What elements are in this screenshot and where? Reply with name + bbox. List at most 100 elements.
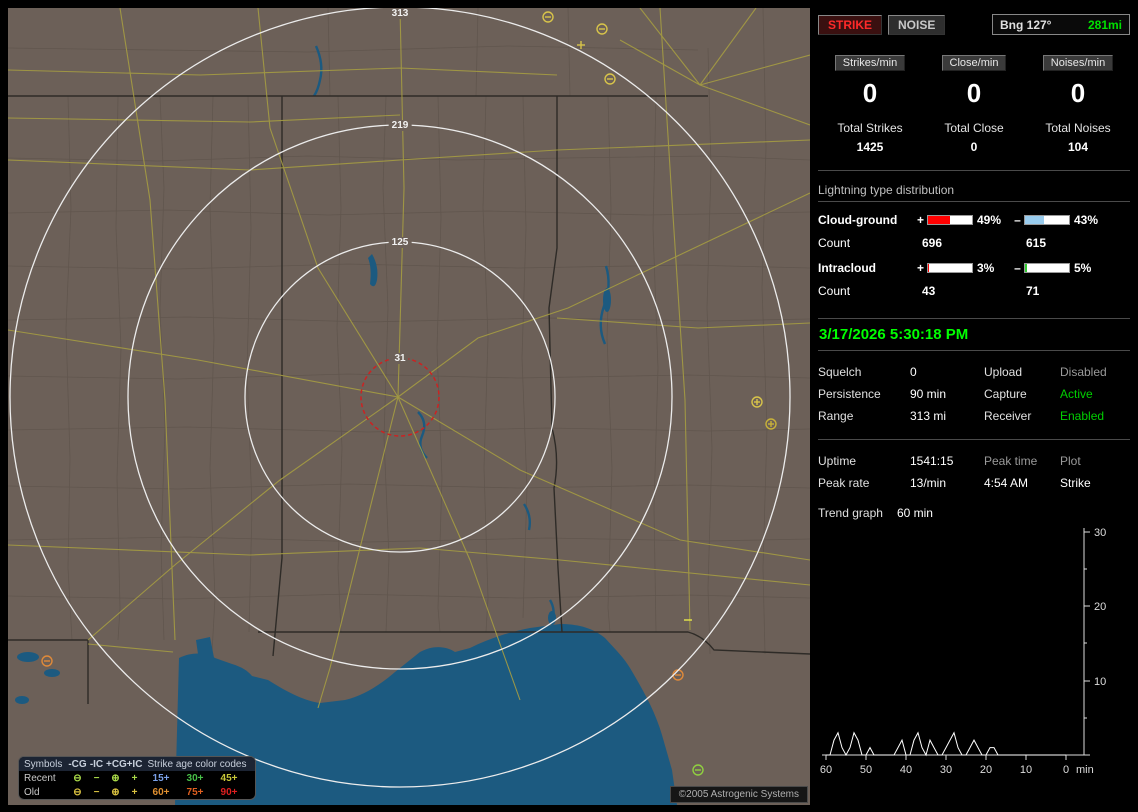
close-per-min-col: Close/min 0 Total Close 0: [922, 55, 1026, 154]
upload-label: Upload: [984, 365, 1023, 379]
total-noises-value: 104: [1067, 140, 1089, 154]
total-strikes-label: Total Strikes: [837, 121, 903, 135]
pos-cg-icon: ⊕: [111, 772, 120, 784]
x-tick: 20: [980, 764, 992, 776]
pos-cg-icon: ⊕: [111, 786, 120, 798]
neg-cg-icon: ⊖: [73, 786, 82, 798]
neg-cg-icon: ⊖: [73, 772, 82, 784]
cg-plus-bar: [927, 215, 973, 225]
cg-plus-pct: 49%: [977, 213, 1002, 227]
capture-label: Capture: [984, 387, 1027, 401]
age-code: 60+: [152, 786, 170, 798]
receiver-label: Receiver: [984, 409, 1032, 423]
plot-label: Plot: [1060, 454, 1081, 468]
ic-minus-pct: 5%: [1074, 261, 1092, 275]
range-label: Range: [818, 409, 854, 423]
minus-sign: –: [1014, 261, 1021, 275]
range-ring-label: 31: [391, 353, 409, 364]
x-tick: 10: [1020, 764, 1032, 776]
noises-per-min-col: Noises/min 0 Total Noises 104: [1026, 55, 1130, 154]
total-noises-label: Total Noises: [1045, 121, 1111, 135]
peak-time-label: Peak time: [984, 454, 1038, 468]
minus-sign: –: [1014, 213, 1021, 227]
cg-minus-bar: [1024, 215, 1070, 225]
persistence-value: 90 min: [910, 387, 947, 401]
neg-ic-icon: −: [93, 772, 100, 784]
range-ring-label: 219: [388, 120, 412, 131]
ic-plus-bar: [927, 263, 973, 273]
receiver-value: Enabled: [1060, 409, 1105, 423]
plus-sign: +: [916, 213, 924, 227]
bearing-readout: Bng 127° 281mi: [992, 14, 1130, 35]
timestamp: 3/17/2026 5:30:18 PM: [818, 318, 1130, 351]
neg-ic-icon: −: [93, 786, 100, 798]
legend-age-header: Strike age color codes: [147, 758, 247, 770]
y-tick: 10: [1094, 676, 1106, 688]
age-code: 15+: [152, 772, 170, 784]
x-tick: 0: [1063, 764, 1069, 776]
noises-per-min-badge: Noises/min: [1042, 55, 1114, 71]
legend-col-header: -IC: [89, 758, 104, 770]
age-code: 90+: [220, 786, 238, 798]
cg-plus-count: 696: [922, 236, 943, 250]
legend-row-label: Old: [24, 786, 40, 798]
squelch-value: 0: [910, 365, 917, 379]
squelch-label: Squelch: [818, 365, 862, 379]
y-tick: 20: [1094, 601, 1106, 613]
strikes-per-min-col: Strikes/min 0 Total Strikes 1425: [818, 55, 922, 154]
trend-graph-label: Trend graph 60 min: [818, 506, 1130, 520]
cloud-ground-row: Cloud-ground + 49% – 43%: [818, 213, 1130, 227]
upload-value: Disabled: [1060, 365, 1107, 379]
strikes-per-min-value: 0: [862, 78, 878, 108]
x-tick: 60: [820, 764, 832, 776]
copyright-badge: ©2005 Astrogenic Systems: [669, 786, 808, 803]
legend-col-header: +CG: [106, 758, 127, 770]
age-code: 45+: [220, 772, 238, 784]
peak-time-value: 4:54 AM: [984, 476, 1029, 490]
close-per-min-value: 0: [966, 78, 982, 108]
range-ring-label: 313: [388, 8, 412, 19]
range-ring-label: 125: [388, 237, 412, 248]
mode-toolbar: STRIKE NOISE Bng 127° 281mi: [818, 14, 1130, 35]
strike-mode-button[interactable]: STRIKE: [818, 14, 883, 35]
bearing-label: Bng 127°: [1000, 17, 1052, 32]
age-code: 75+: [186, 786, 204, 798]
control-panel: STRIKE NOISE Bng 127° 281mi Strikes/min …: [818, 8, 1130, 805]
dist-name: Intracloud: [818, 261, 877, 275]
x-tick: 30: [940, 764, 952, 776]
ic-minus-bar: [1024, 263, 1070, 273]
lightning-map[interactable]: 313 219 125 31 Symbols -CG -IC +CG +IC S…: [8, 8, 810, 805]
trend-label-text: Trend graph: [818, 506, 883, 520]
plot-value: Strike: [1060, 476, 1091, 490]
ic-plus-pct: 3%: [977, 261, 995, 275]
peak-rate-value: 13/min: [910, 476, 947, 490]
noise-mode-button[interactable]: NOISE: [888, 14, 946, 35]
intracloud-row: Intracloud + 3% – 5%: [818, 261, 1130, 275]
trend-window: 60 min: [896, 506, 933, 520]
divider: [818, 439, 1130, 440]
ic-minus-count: 71: [1026, 284, 1040, 298]
strikes-per-min-badge: Strikes/min: [834, 55, 906, 71]
trend-graph: 30 20 10 60 50 40 30 20 10 0 min: [820, 527, 1106, 776]
pos-ic-icon: +: [131, 772, 138, 784]
ic-plus-count: 43: [922, 284, 936, 298]
y-tick: 30: [1094, 527, 1106, 539]
legend-row-label: Recent: [24, 772, 56, 784]
uptime-value: 1541:15: [910, 454, 954, 468]
count-label: Count: [818, 284, 851, 298]
age-code: 30+: [186, 772, 204, 784]
count-label: Count: [818, 236, 851, 250]
close-per-min-badge: Close/min: [941, 55, 1007, 71]
legend-symbols-header: Symbols: [24, 758, 63, 770]
persistence-label: Persistence: [818, 387, 881, 401]
cloud-ground-counts: Count 696 615: [818, 236, 1130, 250]
cg-minus-pct: 43%: [1074, 213, 1099, 227]
divider: [818, 170, 1130, 171]
plus-sign: +: [916, 261, 924, 275]
map-legend: Symbols -CG -IC +CG +IC Strike age color…: [18, 756, 256, 800]
intracloud-counts: Count 43 71: [818, 284, 1130, 298]
x-tick: 40: [900, 764, 912, 776]
status-section: Squelch 0 Upload Disabled Persistence 90…: [818, 365, 1130, 423]
total-close-value: 0: [970, 140, 978, 154]
noises-per-min-value: 0: [1070, 78, 1086, 108]
